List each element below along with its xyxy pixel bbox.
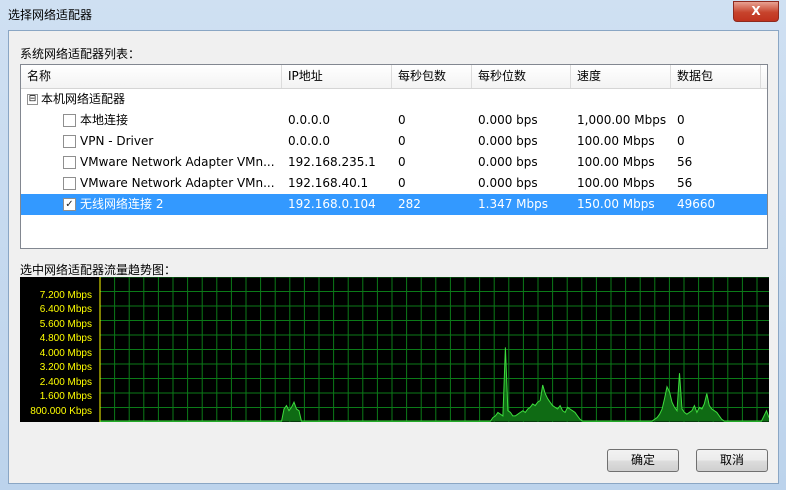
adapter-packets: 56	[677, 176, 693, 190]
adapter-packets: 0	[677, 134, 685, 148]
adapter-row[interactable]: VMware Network Adapter VMn... 192.168.235…	[21, 152, 767, 173]
y-tick-label: 2.400 Mbps	[40, 377, 92, 388]
adapter-list-label: 系统网络适配器列表：	[20, 47, 141, 61]
adapter-ip: 0.0.0.0	[288, 134, 330, 148]
traffic-area	[100, 347, 769, 421]
group-row[interactable]: ⊟ 本机网络适配器	[21, 89, 767, 110]
adapter-checkbox[interactable]	[63, 135, 76, 148]
adapter-speed: 150.00 Mbps	[577, 197, 655, 211]
adapter-ip: 192.168.235.1	[288, 155, 376, 169]
adapter-packets: 49660	[677, 197, 716, 211]
column-header-bps[interactable]: 每秒位数	[472, 65, 571, 88]
y-tick-label: 7.200 Mbps	[40, 290, 92, 301]
column-header-name[interactable]: 名称	[21, 65, 282, 88]
collapse-icon[interactable]: ⊟	[27, 94, 38, 105]
adapter-speed: 100.00 Mbps	[577, 155, 655, 169]
y-tick-label: 4.000 Mbps	[40, 348, 92, 359]
adapter-name: VMware Network Adapter VMn...	[80, 155, 275, 169]
y-tick-label: 1.600 Mbps	[40, 391, 92, 402]
adapter-pps: 282	[398, 197, 421, 211]
column-header-ip[interactable]: IP地址	[282, 65, 392, 88]
cancel-button[interactable]: 取消	[696, 449, 768, 472]
column-header-speed[interactable]: 速度	[571, 65, 671, 88]
dialog-client-area: 系统网络适配器列表： 名称 IP地址 每秒包数 每秒位数 速度 数据包 ⊟ 本机…	[8, 30, 779, 484]
adapter-checkbox[interactable]	[63, 156, 76, 169]
close-icon: X	[751, 4, 761, 18]
traffic-graph-label: 选中网络适配器流量趋势图：	[20, 263, 177, 277]
adapter-speed: 1,000.00 Mbps	[577, 113, 667, 127]
y-tick-label: 6.400 Mbps	[40, 304, 92, 315]
adapter-pps: 0	[398, 155, 406, 169]
adapter-bps: 0.000 bps	[478, 176, 538, 190]
adapter-name: 本地连接	[80, 113, 129, 127]
adapter-row[interactable]: VPN - Driver 0.0.0.0 0 0.000 bps 100.00 Mbps…	[21, 131, 767, 152]
adapter-row[interactable]: VMware Network Adapter VMn... 192.168.40.…	[21, 173, 767, 194]
close-button[interactable]: X	[733, 1, 779, 22]
adapter-speed: 100.00 Mbps	[577, 134, 655, 148]
adapter-bps: 0.000 bps	[478, 113, 538, 127]
y-tick-label: 3.200 Mbps	[40, 362, 92, 373]
traffic-graph-canvas: 7.200 Mbps 6.400 Mbps 5.600 Mbps 4.800 Mbps…	[30, 277, 769, 422]
adapter-pps: 0	[398, 113, 406, 127]
adapter-bps: 0.000 bps	[478, 134, 538, 148]
adapter-packets: 0	[677, 113, 685, 127]
adapter-bps: 1.347 Mbps	[478, 197, 549, 211]
adapter-ip: 192.168.40.1	[288, 176, 369, 190]
adapter-name: VMware Network Adapter VMn...	[80, 176, 275, 190]
adapter-checkbox[interactable]	[63, 114, 76, 127]
adapter-row[interactable]: ✓ 无线网络连接 2 192.168.0.104 282 1.347 Mbps 150.0…	[21, 194, 767, 215]
window-title: 选择网络适配器	[8, 8, 93, 22]
traffic-graph: 7.200 Mbps 6.400 Mbps 5.600 Mbps 4.800 Mbps…	[20, 277, 769, 422]
adapter-name: VPN - Driver	[80, 134, 154, 148]
y-tick-label: 5.600 Mbps	[40, 319, 92, 330]
adapter-ip: 0.0.0.0	[288, 113, 330, 127]
column-header-packets[interactable]: 数据包	[671, 65, 761, 88]
adapter-list[interactable]: 名称 IP地址 每秒包数 每秒位数 速度 数据包 ⊟ 本机网络适配器 本地连接 0…	[20, 64, 768, 249]
adapter-packets: 56	[677, 155, 693, 169]
adapter-name: 无线网络连接 2	[80, 197, 164, 211]
column-header-pps[interactable]: 每秒包数	[392, 65, 472, 88]
adapter-bps: 0.000 bps	[478, 155, 538, 169]
group-label: 本机网络适配器	[41, 92, 126, 106]
adapter-row[interactable]: 本地连接 0.0.0.0 0 0.000 bps 1,000.00 Mbps 0	[21, 110, 767, 131]
ok-button[interactable]: 确定	[607, 449, 679, 472]
y-tick-label: 4.800 Mbps	[40, 333, 92, 344]
adapter-speed: 100.00 Mbps	[577, 176, 655, 190]
adapter-checkbox[interactable]: ✓	[63, 198, 76, 211]
adapter-ip: 192.168.0.104	[288, 197, 376, 211]
adapter-pps: 0	[398, 134, 406, 148]
adapter-pps: 0	[398, 176, 406, 190]
adapter-checkbox[interactable]	[63, 177, 76, 190]
y-tick-label: 800.000 Kbps	[30, 406, 92, 417]
list-header: 名称 IP地址 每秒包数 每秒位数 速度 数据包	[21, 65, 767, 89]
title-bar[interactable]: 选择网络适配器 X	[0, 0, 786, 30]
